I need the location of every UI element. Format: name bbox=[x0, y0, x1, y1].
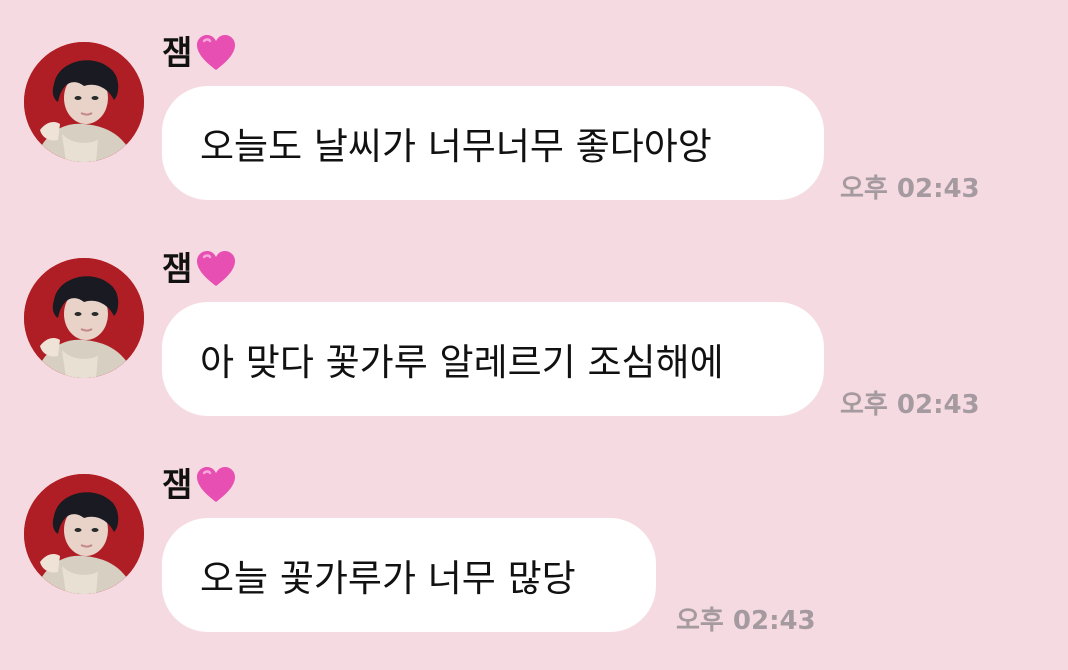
avatar-image bbox=[24, 474, 144, 594]
heart-icon bbox=[197, 251, 236, 286]
message-timestamp: 오후 02:43 bbox=[840, 174, 980, 204]
avatar[interactable] bbox=[24, 258, 144, 378]
sender-label: 잼 bbox=[162, 246, 238, 292]
message-timestamp: 오후 02:43 bbox=[676, 606, 816, 636]
sender-name: 잼 bbox=[162, 465, 193, 504]
avatar-image bbox=[24, 258, 144, 378]
message-timestamp: 오후 02:43 bbox=[840, 390, 980, 420]
message-group: 잼 오늘도 날씨가 너무너무 좋다아앙 오후 02:43 bbox=[0, 0, 1068, 204]
sender-label: 잼 bbox=[162, 462, 238, 508]
avatar-image bbox=[24, 42, 144, 162]
sender-name: 잼 bbox=[162, 249, 193, 288]
avatar[interactable] bbox=[24, 474, 144, 594]
message-group: 잼 아 맞다 꽃가루 알레르기 조심해에 오후 02:43 bbox=[0, 216, 1068, 420]
message-bubble[interactable]: 오늘도 날씨가 너무너무 좋다아앙 bbox=[162, 86, 824, 200]
message-bubble[interactable]: 오늘 꽃가루가 너무 많당 bbox=[162, 518, 656, 632]
sender-label: 잼 bbox=[162, 30, 238, 76]
message-bubble[interactable]: 아 맞다 꽃가루 알레르기 조심해에 bbox=[162, 302, 824, 416]
heart-icon bbox=[197, 35, 236, 70]
avatar[interactable] bbox=[24, 42, 144, 162]
message-group: 잼 오늘 꽃가루가 너무 많당 오후 02:43 bbox=[0, 432, 1068, 636]
sender-name: 잼 bbox=[162, 33, 193, 72]
heart-icon bbox=[197, 467, 236, 502]
